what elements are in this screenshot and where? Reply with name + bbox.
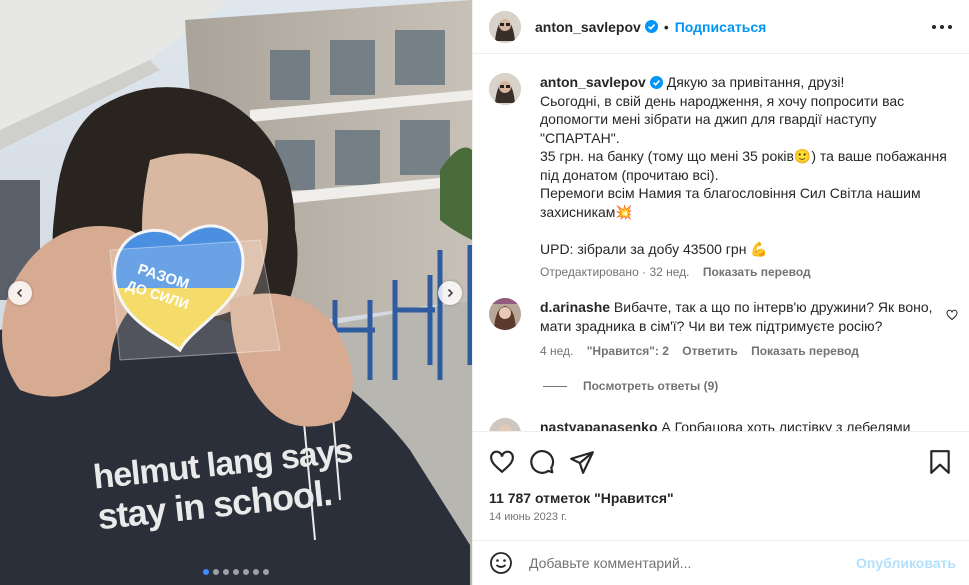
more-options-icon[interactable] <box>932 18 952 36</box>
carousel-dot <box>203 569 209 575</box>
comment-body: nastyapanasenko А Горбацова хоть листівк… <box>540 418 935 431</box>
comment-reply-button[interactable]: Ответить <box>682 344 737 358</box>
comment-bubble-icon[interactable] <box>529 449 555 475</box>
comment-item: d.arinashe Вибачте, так а що по інтерв'ю… <box>489 298 935 359</box>
caption-body: anton_savlepov Дякую за привітання, друз… <box>540 73 950 258</box>
post-date[interactable]: 14 июнь 2023 г. <box>489 511 567 523</box>
post-media[interactable]: РАЗОМ ДО СИЛИ helmut lang says stay in s… <box>0 0 472 585</box>
caption-edited-label: Отредактировано <box>540 265 639 279</box>
avatar-image <box>489 298 521 330</box>
like-heart-icon[interactable] <box>489 449 515 475</box>
comment-meta: 4 нед. "Нравится": 2 Ответить Показать п… <box>540 343 935 359</box>
likes-count[interactable]: 11 787 отметок "Нравится" <box>489 490 674 506</box>
publish-button[interactable]: Опубликовать <box>856 555 956 571</box>
carousel-dot <box>263 569 269 575</box>
caption-translate-button[interactable]: Показать перевод <box>703 265 811 279</box>
carousel-dot <box>223 569 229 575</box>
carousel-dot <box>243 569 249 575</box>
author-avatar[interactable] <box>489 10 521 43</box>
previous-slide-button[interactable] <box>8 281 32 305</box>
post-actions: 11 787 отметок "Нравится" 14 июнь 2023 г… <box>473 431 969 545</box>
post-caption: anton_savlepov Дякую за привітання, друз… <box>489 73 950 280</box>
comment-text: А Горбацова хоть листівку з лебелями <box>661 419 911 431</box>
avatar-image <box>489 73 521 105</box>
comments-list[interactable]: anton_savlepov Дякую за привітання, друз… <box>473 55 969 431</box>
comment-item: nastyapanasenko А Горбацова хоть листівк… <box>489 418 935 431</box>
post-side-panel: anton_savlepov • Подписаться anton_savle… <box>472 0 969 585</box>
view-replies-label: Посмотреть ответы (9) <box>583 379 719 393</box>
carousel-dot <box>233 569 239 575</box>
verified-badge-icon <box>644 20 658 33</box>
comment-translate-button[interactable]: Показать перевод <box>751 344 859 358</box>
comment-username[interactable]: d.arinashe <box>540 299 610 315</box>
comment-age: 4 нед. <box>540 344 574 358</box>
avatar-image <box>489 10 521 43</box>
commenter-avatar[interactable] <box>489 298 521 330</box>
comment-likes[interactable]: "Нравится": 2 <box>587 344 669 358</box>
emoji-icon[interactable] <box>489 551 513 575</box>
follow-button[interactable]: Подписаться <box>675 19 767 35</box>
carousel-indicator <box>0 569 472 575</box>
chevron-right-icon <box>447 288 454 298</box>
add-comment-bar: Опубликовать <box>473 540 969 585</box>
caption-age: 32 нед. <box>649 265 690 279</box>
comment-like-heart-icon[interactable] <box>946 309 958 321</box>
author-username[interactable]: anton_savlepov <box>535 19 641 35</box>
save-bookmark-icon[interactable] <box>927 449 953 475</box>
comment-username[interactable]: nastyapanasenko <box>540 419 658 431</box>
comment-input[interactable] <box>529 555 839 571</box>
post-header: anton_savlepov • Подписаться <box>473 0 969 54</box>
caption-meta: Отредактировано · 32 нед. Показать перев… <box>540 264 950 280</box>
view-replies-button[interactable]: Посмотреть ответы (9) <box>543 379 718 393</box>
carousel-dot <box>213 569 219 575</box>
next-slide-button[interactable] <box>438 281 462 305</box>
verified-badge-icon <box>649 76 663 89</box>
header-separator: • <box>663 18 669 35</box>
replies-line <box>543 385 567 387</box>
chevron-left-icon <box>16 288 23 298</box>
caption-author-avatar[interactable] <box>489 73 521 105</box>
share-send-icon[interactable] <box>569 449 595 475</box>
commenter-avatar[interactable] <box>489 418 521 431</box>
carousel-dot <box>253 569 259 575</box>
comment-body: d.arinashe Вибачте, так а що по інтерв'ю… <box>540 298 935 335</box>
caption-text: Дякую за привітання, друзі! Сьогодні, в … <box>540 74 947 257</box>
caption-username[interactable]: anton_savlepov <box>540 74 646 90</box>
avatar-image <box>489 418 521 431</box>
instagram-post: РАЗОМ ДО СИЛИ helmut lang says stay in s… <box>0 0 969 585</box>
